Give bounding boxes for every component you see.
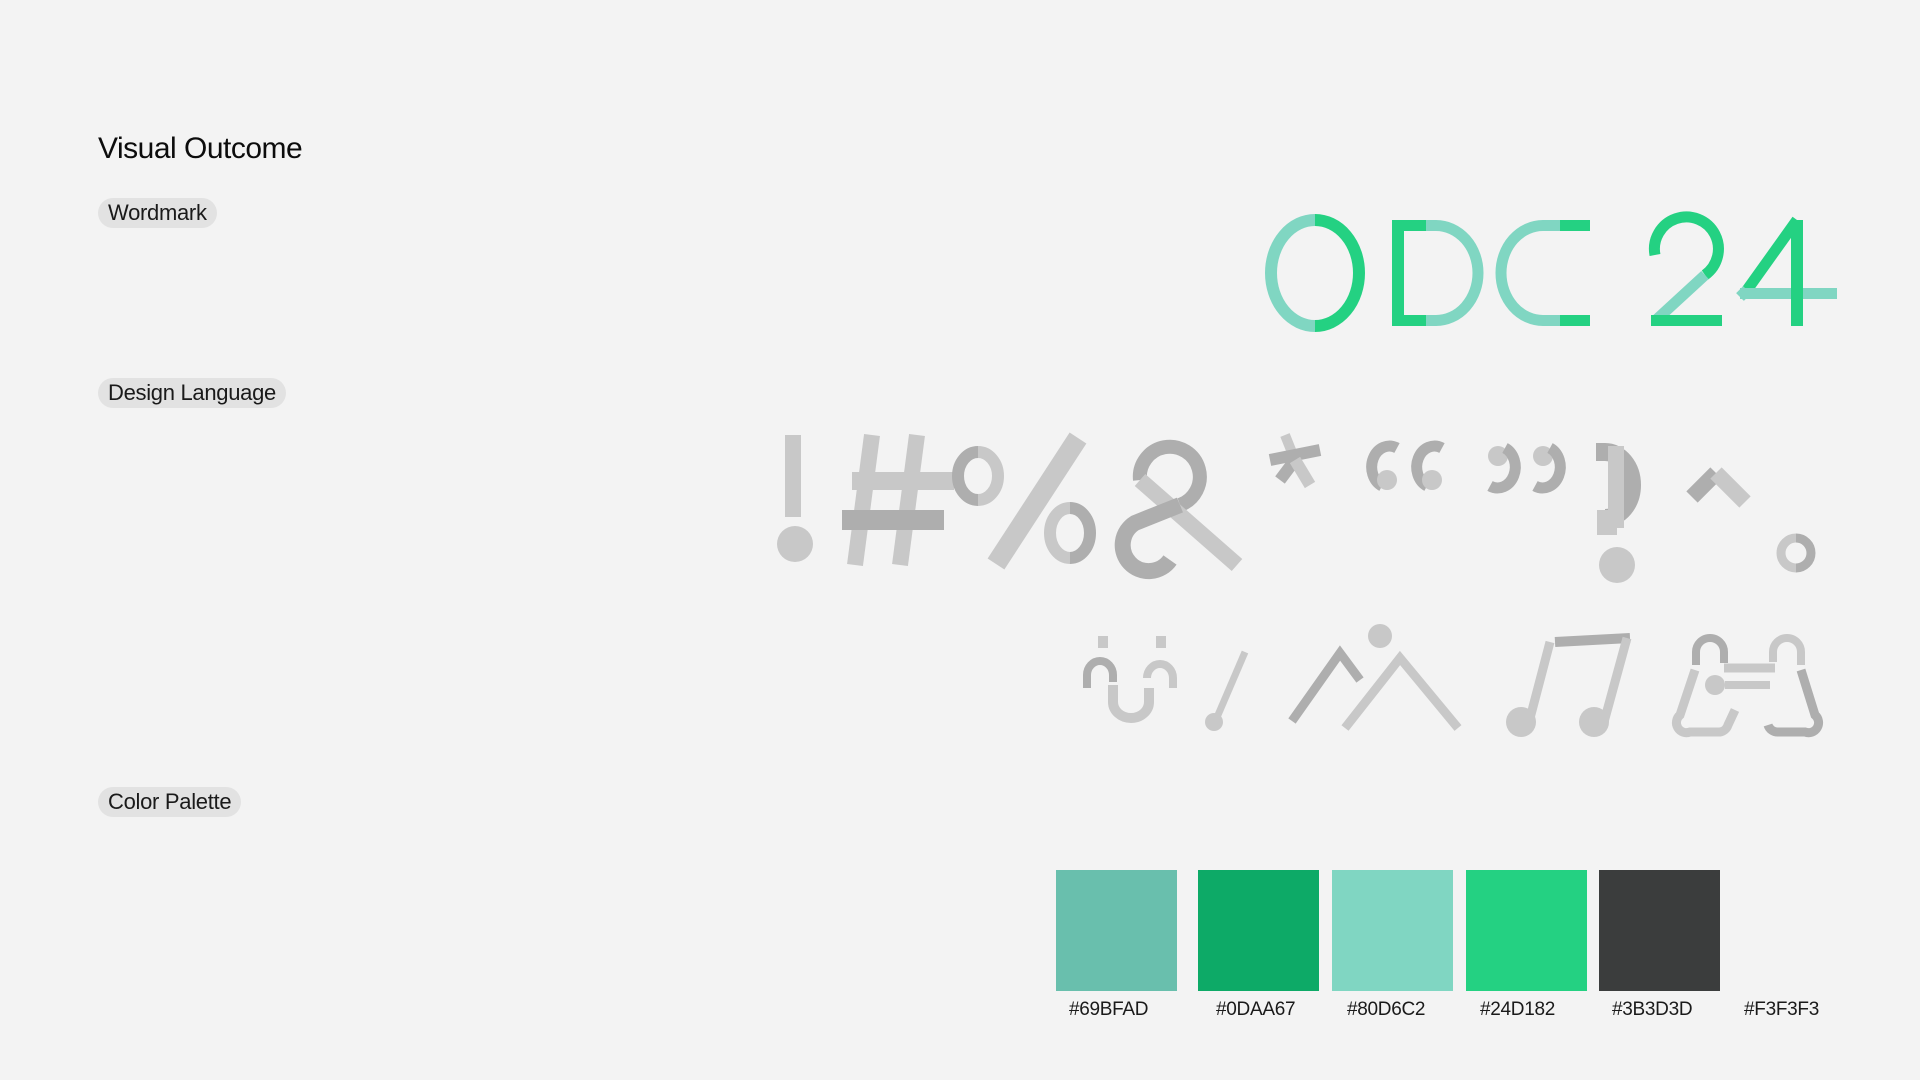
open-quote-glyph-icon [1366,440,1445,491]
section-label-design-language: Design Language [98,378,286,408]
color-swatch-label: #3B3D3D [1612,999,1693,1020]
odc24-wordmark [1265,211,1837,332]
color-swatch-label: #24D182 [1480,999,1556,1020]
game-controller-icon [1671,634,1824,738]
color-swatch [1056,870,1177,991]
exclamation-glyph-icon [777,435,813,562]
degree-glyph-icon [1776,533,1816,573]
mountains-icon [1288,624,1462,731]
color-swatch-label: #69BFAD [1069,999,1149,1020]
ampersand-glyph-icon [1114,439,1243,580]
music-note-icon [1506,633,1632,737]
close-quote-glyph-icon [1487,443,1566,494]
asterisk-glyph-icon [1268,433,1322,489]
color-swatch [1198,870,1319,991]
question-glyph-icon [1596,443,1641,583]
color-swatch [1332,870,1453,991]
wordmark-digit-2 [1648,211,1724,326]
wordmark-digit-4 [1736,216,1837,326]
wordmark-letter-d [1392,220,1484,326]
color-swatch [1733,870,1854,991]
page-title: Visual Outcome [98,132,303,165]
section-label-wordmark: Wordmark [98,198,217,228]
smiley-face-icon [1083,636,1177,723]
color-swatch [1599,870,1720,991]
percent-glyph-icon [952,432,1096,570]
wordmark-letter-c [1495,220,1590,326]
design-language-glyphs [777,432,1824,738]
color-swatch-label: #80D6C2 [1347,999,1426,1020]
section-label-color-palette: Color Palette [98,787,242,817]
caret-glyph-icon [1686,467,1751,508]
exclamation-icon [1205,650,1249,731]
wordmark-letter-o [1265,214,1365,332]
hash-glyph-icon [842,433,954,567]
color-swatch-label: #0DAA67 [1216,999,1296,1020]
color-swatch [1466,870,1587,991]
color-swatch-label: #F3F3F3 [1744,999,1819,1020]
